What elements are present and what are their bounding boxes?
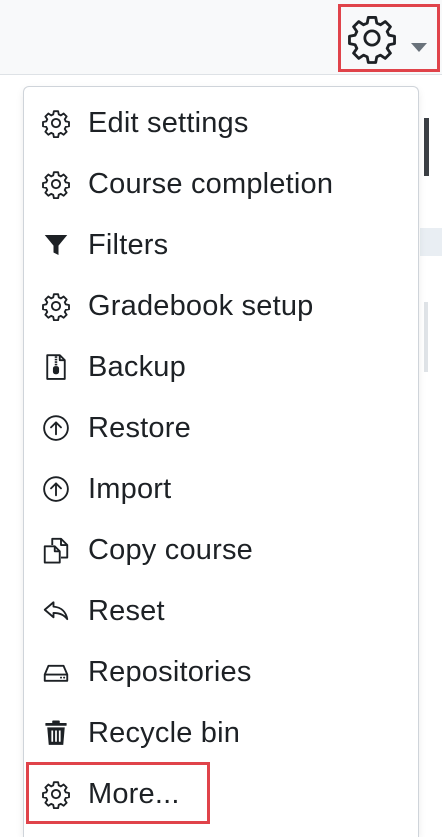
- menu-item-label: More...: [88, 777, 180, 810]
- menu-item-edit-settings[interactable]: Edit settings: [38, 95, 408, 151]
- gear-icon: [38, 105, 74, 141]
- background-scrollbar: [424, 118, 429, 176]
- background-strip: [420, 228, 442, 256]
- menu-item-label: Repositories: [88, 655, 252, 688]
- menu-item-label: Gradebook setup: [88, 289, 314, 322]
- menu-item-label: Copy course: [88, 533, 253, 566]
- header-bar: [0, 0, 442, 75]
- menu-item-label: Course completion: [88, 167, 334, 200]
- menu-item-label: Import: [88, 472, 172, 505]
- menu-item-label: Edit settings: [88, 106, 249, 139]
- menu-item-course-completion[interactable]: Course completion: [38, 156, 408, 212]
- menu-item-label: Restore: [88, 411, 191, 444]
- gear-icon: [38, 776, 74, 812]
- filter-icon: [38, 227, 74, 263]
- gear-icon: [348, 16, 396, 64]
- course-settings-menu-toggle[interactable]: [338, 4, 440, 72]
- course-settings-dropdown-menu: Edit settings Course completion Filters …: [23, 86, 419, 837]
- reply-icon: [38, 593, 74, 629]
- menu-item-gradebook-setup[interactable]: Gradebook setup: [38, 278, 408, 334]
- menu-item-label: Recycle bin: [88, 716, 241, 749]
- file-zip-icon: [38, 349, 74, 385]
- caret-down-icon: [411, 43, 427, 52]
- copy-icon: [38, 532, 74, 568]
- menu-item-restore[interactable]: Restore: [38, 400, 408, 456]
- gear-icon: [38, 288, 74, 324]
- background-strip: [424, 302, 428, 372]
- menu-item-label: Filters: [88, 228, 169, 261]
- trash-icon: [38, 715, 74, 751]
- gear-icon: [38, 166, 74, 202]
- menu-item-more[interactable]: More...: [38, 766, 408, 822]
- menu-item-recycle-bin[interactable]: Recycle bin: [38, 705, 408, 761]
- menu-item-reset[interactable]: Reset: [38, 583, 408, 639]
- menu-item-copy-course[interactable]: Copy course: [38, 522, 408, 578]
- menu-item-label: Backup: [88, 350, 186, 383]
- hard-drive-icon: [38, 654, 74, 690]
- menu-item-backup[interactable]: Backup: [38, 339, 408, 395]
- menu-item-label: Reset: [88, 594, 165, 627]
- menu-item-filters[interactable]: Filters: [38, 217, 408, 273]
- arrow-up-circle-icon: [38, 471, 74, 507]
- arrow-up-circle-icon: [38, 410, 74, 446]
- menu-item-import[interactable]: Import: [38, 461, 408, 517]
- menu-item-repositories[interactable]: Repositories: [38, 644, 408, 700]
